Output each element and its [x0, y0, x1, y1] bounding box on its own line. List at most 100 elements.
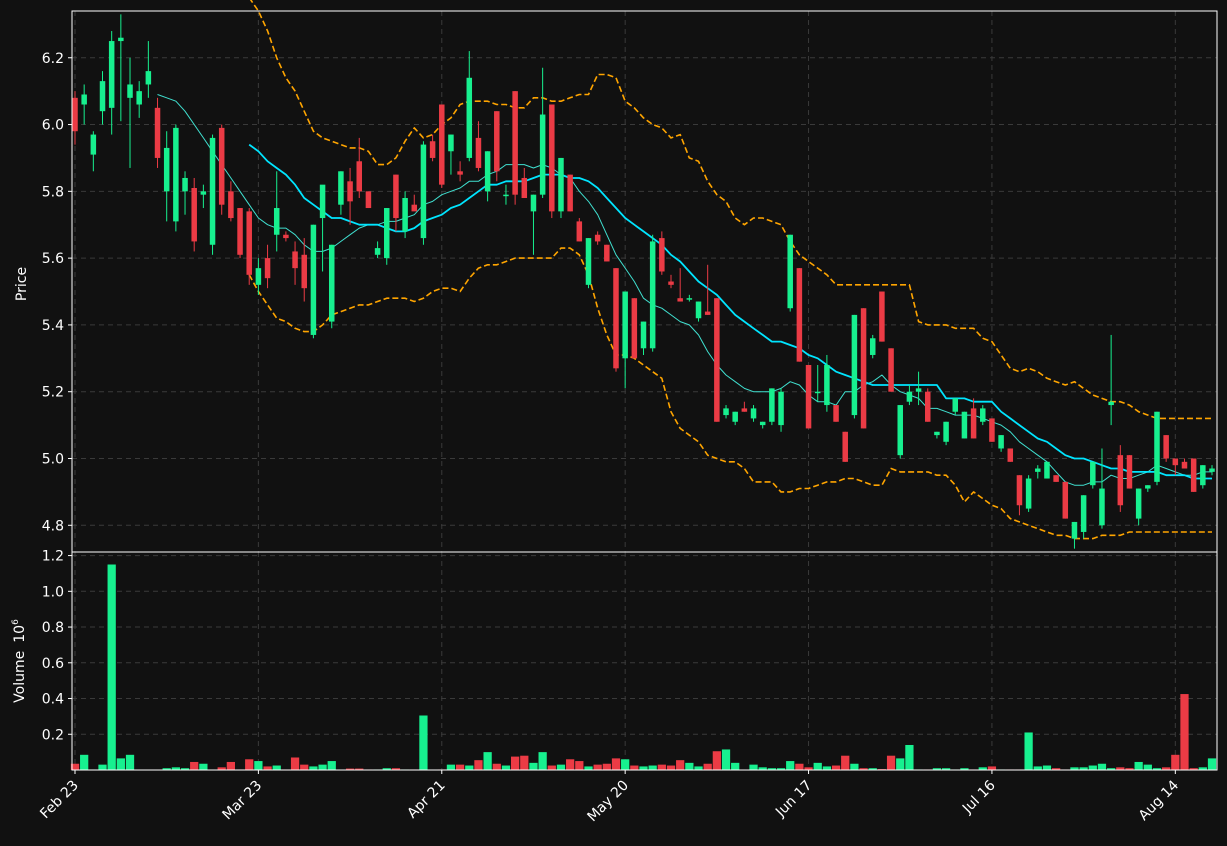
candle-body: [888, 348, 894, 392]
candle-body: [411, 204, 418, 212]
volume-bar: [905, 744, 914, 770]
candle-body: [649, 241, 656, 349]
price-tick-label: 6.0: [42, 118, 64, 134]
candle-body: [503, 194, 509, 197]
volume-bars: [70, 564, 1217, 771]
volume-bar: [831, 765, 841, 770]
candle-body: [1007, 448, 1014, 462]
candle-body: [420, 144, 427, 239]
candle-body: [539, 114, 546, 195]
candle-body: [1090, 461, 1096, 486]
candle-body: [310, 224, 317, 335]
candle-body: [851, 314, 858, 416]
candle-body: [1062, 481, 1069, 519]
price-tick-label: 5.4: [42, 318, 64, 334]
candle-body: [567, 174, 573, 212]
volume-bar: [1088, 765, 1097, 770]
price-tick-label: 4.8: [42, 518, 64, 534]
volume-bar: [272, 765, 281, 770]
volume-bar: [850, 763, 859, 770]
candle-body: [319, 184, 326, 219]
candle-body: [384, 208, 390, 259]
volume-axis: 0.2 0.4 0.6 0.8 1.0 1.2: [42, 549, 72, 743]
volume-bar: [657, 764, 666, 770]
candle-body: [136, 91, 142, 105]
candle-body: [1108, 401, 1114, 406]
volume-bar: [1097, 763, 1107, 770]
candle-body: [604, 244, 610, 262]
candle-body: [970, 408, 977, 439]
volume-bar: [263, 766, 272, 770]
volume-bar: [813, 762, 822, 770]
candle-body: [1035, 468, 1041, 472]
volume-bar: [556, 764, 566, 770]
volume-panel-frame: [71, 551, 1218, 771]
volume-bar: [584, 766, 593, 770]
bollinger-bands: [248, 0, 1212, 540]
candle-body: [640, 321, 647, 349]
price-tick-label: 5.6: [42, 251, 64, 267]
candle-body: [512, 91, 518, 195]
volume-tick-label: 0.2: [42, 727, 64, 743]
candle-body: [1163, 435, 1169, 459]
volume-bar: [538, 752, 547, 770]
volume-bar: [226, 761, 236, 770]
candle-body: [796, 268, 803, 362]
volume-tick-label: 1.0: [42, 584, 64, 600]
volume-bar: [694, 766, 703, 770]
candle-body: [1053, 475, 1059, 482]
volume-bar: [309, 766, 318, 770]
volume-bar: [1143, 764, 1152, 770]
volume-bar: [1171, 754, 1180, 770]
candle-body: [402, 198, 408, 232]
x-tick-label: Apr 21: [404, 778, 448, 822]
candle-body: [576, 221, 583, 242]
candle-body: [255, 268, 262, 285]
candle-body: [145, 71, 152, 85]
candle-body: [118, 37, 124, 42]
candle-body: [338, 171, 344, 205]
candle-body: [127, 84, 133, 98]
candle-body: [594, 234, 601, 242]
candle-body: [292, 251, 298, 269]
candle-body: [943, 421, 949, 442]
price-tick-label: 6.2: [42, 51, 64, 67]
x-tick-label: Jul 16: [959, 777, 999, 817]
volume-bar: [822, 766, 832, 770]
candle-body: [1044, 461, 1050, 479]
candle-body: [1016, 475, 1023, 506]
volume-bar: [529, 762, 538, 770]
volume-bar: [455, 764, 465, 770]
candle-body: [622, 291, 628, 359]
volume-bar: [1180, 694, 1189, 770]
candle-body: [273, 208, 280, 235]
candle-body: [1117, 455, 1124, 506]
candle-body: [90, 134, 97, 155]
candle-body: [558, 157, 564, 212]
volume-bar: [886, 755, 896, 770]
candle-body: [860, 308, 867, 429]
candle-body: [897, 405, 903, 456]
candle-body: [1071, 521, 1078, 539]
volume-bar: [80, 754, 89, 770]
volume-bar: [575, 761, 584, 770]
candle-body: [237, 208, 243, 255]
candle-body: [154, 107, 161, 158]
candle-body: [549, 104, 555, 212]
candle-body: [686, 298, 693, 300]
candle-body: [457, 171, 463, 175]
candle-body: [1181, 461, 1188, 469]
volume-bar: [474, 760, 483, 770]
volume-bar: [712, 751, 721, 770]
volume-tick-label: 0.8: [42, 620, 64, 636]
candle-body: [934, 431, 940, 436]
volume-bar: [483, 752, 492, 770]
candle-body: [72, 97, 78, 132]
price-tick-label: 5.8: [42, 184, 64, 200]
candle-body: [989, 418, 995, 442]
volume-bar: [300, 764, 309, 770]
x-tick-label: May 20: [584, 778, 632, 826]
volume-bar: [721, 749, 731, 770]
price-tick-label: 5.2: [42, 385, 64, 401]
candle-body: [723, 408, 729, 416]
